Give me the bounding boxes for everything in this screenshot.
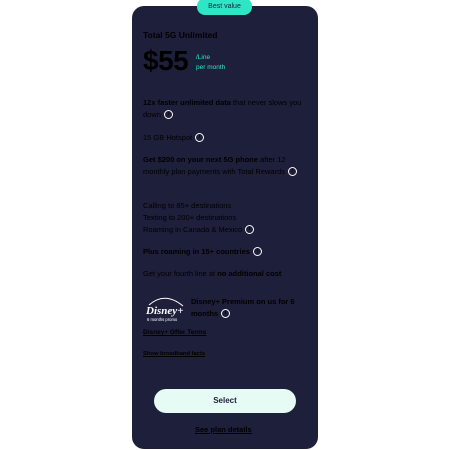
plan-title: Total 5G Unlimited bbox=[143, 30, 218, 40]
disney-logo-sub: 6 months promo bbox=[147, 317, 178, 322]
feature-fourth-line: Get your fourth line at no additional co… bbox=[143, 268, 311, 280]
feature-fourth-line-text: Get your fourth line at bbox=[143, 269, 218, 278]
disney-offer: Disney+ Premium on us for 6 months i bbox=[191, 296, 309, 320]
feature-fourth-line-bold: no additional cost bbox=[217, 269, 282, 278]
price-unit: /Line per month bbox=[196, 53, 225, 73]
feature-international: Calling to 85+ destinations Texting to 2… bbox=[143, 200, 311, 236]
feature-data-speed-bold: 12x faster unlimited data bbox=[143, 98, 231, 107]
feature-texting: Texting to 200+ destinations bbox=[143, 213, 237, 222]
info-icon[interactable]: i bbox=[288, 166, 298, 176]
feature-phone-offer: Get $200 on your next 5G phone after 12 … bbox=[143, 154, 311, 178]
feature-roaming-na-text: Roaming in Canada & Mexico bbox=[143, 225, 243, 234]
per-line-label: /Line bbox=[196, 54, 211, 61]
feature-data-speed: 12x faster unlimited data that never slo… bbox=[143, 97, 311, 121]
feature-hotspot-text: 15 GB Hotspot bbox=[143, 133, 193, 142]
select-button[interactable]: Select bbox=[154, 389, 296, 413]
broadband-facts-link[interactable]: Show broadband facts bbox=[143, 351, 205, 357]
info-icon[interactable]: i bbox=[221, 308, 231, 318]
feature-roaming-na: Roaming in Canada & Mexico i bbox=[143, 224, 311, 236]
disney-plus-logo: Disney+ 6 months promo bbox=[143, 294, 187, 324]
best-value-badge: Best value bbox=[197, 0, 252, 15]
info-icon[interactable]: i bbox=[252, 246, 262, 256]
per-month-label: per month bbox=[196, 64, 226, 71]
info-icon[interactable]: i bbox=[245, 224, 255, 234]
feature-roaming-global-bold: Plus roaming in 15+ countries bbox=[143, 247, 250, 256]
disney-offer-text: Disney+ Premium on us for 6 months bbox=[191, 297, 295, 318]
disney-logo-text: Disney+ bbox=[145, 305, 183, 317]
plan-details-link[interactable]: See plan details bbox=[195, 425, 252, 434]
feature-roaming-global: Plus roaming in 15+ countries i bbox=[143, 246, 311, 258]
feature-calling: Calling to 85+ destinations bbox=[143, 201, 232, 210]
disney-logo-graphic: Disney+ 6 months promo bbox=[145, 297, 183, 322]
plan-price: $55 bbox=[143, 45, 189, 76]
info-icon[interactable]: i bbox=[163, 109, 173, 119]
disney-offer-terms-link[interactable]: Disney+ Offer Terms bbox=[143, 329, 206, 336]
feature-phone-offer-bold: Get $200 on your next 5G phone bbox=[143, 155, 259, 164]
info-icon[interactable]: i bbox=[195, 132, 205, 142]
feature-hotspot: 15 GB Hotspot i bbox=[143, 132, 311, 144]
